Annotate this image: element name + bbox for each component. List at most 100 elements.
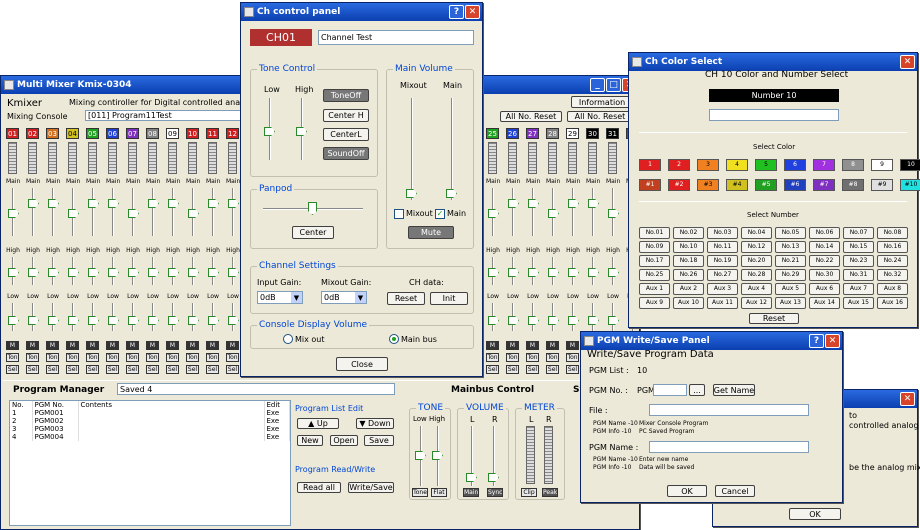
channel-high-slider[interactable]	[228, 268, 239, 277]
channel-tone-button[interactable]: Ton	[126, 353, 139, 362]
channel-tone-button[interactable]: Ton	[566, 353, 579, 362]
channel-select-button[interactable]: Sel	[526, 365, 539, 374]
channel-high-slider[interactable]	[508, 268, 519, 277]
channel-mute-button[interactable]: M	[86, 341, 99, 350]
close-button[interactable]: Close	[336, 357, 388, 371]
channel-low-slider[interactable]	[68, 316, 79, 325]
meter-peak-button[interactable]: Peak	[542, 488, 558, 497]
channel-fader-slider[interactable]	[588, 199, 599, 208]
number-select-button[interactable]: Aux 10	[673, 297, 704, 309]
pgm-ok-button[interactable]: OK	[667, 485, 707, 497]
close-icon[interactable]: ✕	[465, 5, 480, 19]
channel-number-badge[interactable]: 29	[566, 128, 579, 139]
number-select-button[interactable]: No.30	[809, 269, 840, 281]
channel-low-slider[interactable]	[548, 316, 559, 325]
read-all-button[interactable]: Read all	[297, 482, 341, 493]
channel-select-button[interactable]: Sel	[546, 365, 559, 374]
number-select-button[interactable]: Aux 3	[707, 283, 738, 295]
channel-high-slider[interactable]	[8, 268, 19, 277]
channel-low-slider[interactable]	[128, 316, 139, 325]
channel-low-slider[interactable]	[488, 316, 499, 325]
number-select-button[interactable]: No.09	[639, 241, 670, 253]
channel-high-slider[interactable]	[188, 268, 199, 277]
column-header[interactable]: Contents	[78, 401, 265, 409]
main-checkbox[interactable]: ✓	[435, 209, 445, 219]
number-select-button[interactable]: No.07	[843, 227, 874, 239]
number-select-button[interactable]: No.22	[809, 255, 840, 267]
channel-select-button[interactable]: Sel	[66, 365, 79, 374]
channel-fader-slider[interactable]	[568, 199, 579, 208]
channel-low-slider[interactable]	[228, 316, 239, 325]
channel-select-button[interactable]: Sel	[206, 365, 219, 374]
number-select-button[interactable]: No.24	[877, 255, 908, 267]
channel-number-badge[interactable]: 30	[586, 128, 599, 139]
channel-number-badge[interactable]: 31	[606, 128, 619, 139]
channel-number-badge[interactable]: 03	[46, 128, 59, 139]
channel-number-badge[interactable]: 02	[26, 128, 39, 139]
save-button[interactable]: Save	[364, 435, 394, 446]
channel-number-badge[interactable]: 25	[486, 128, 499, 139]
channel-high-slider[interactable]	[168, 268, 179, 277]
channel-fader-slider[interactable]	[188, 209, 199, 218]
mix-out-radio[interactable]	[283, 334, 293, 344]
mute-button[interactable]: Mute	[408, 226, 454, 239]
channel-fader-slider[interactable]	[508, 199, 519, 208]
number-select-button[interactable]: No.25	[639, 269, 670, 281]
channel-number-badge[interactable]: 09	[166, 128, 179, 139]
channel-tone-button[interactable]: Ton	[186, 353, 199, 362]
number-select-button[interactable]: No.05	[775, 227, 806, 239]
channel-tone-button[interactable]: Ton	[526, 353, 539, 362]
channel-select-button[interactable]: Sel	[46, 365, 59, 374]
channel-low-slider[interactable]	[148, 316, 159, 325]
color-reset-button[interactable]: Reset	[749, 313, 799, 324]
channel-select-button[interactable]: Sel	[186, 365, 199, 374]
channel-low-slider[interactable]	[588, 316, 599, 325]
number-select-button[interactable]: Aux 9	[639, 297, 670, 309]
help-icon[interactable]: ?	[449, 5, 464, 19]
table-row[interactable]: 3 PGM003 Exe	[10, 425, 290, 433]
browse-button[interactable]: ...	[689, 384, 705, 396]
center-button[interactable]: Center	[292, 226, 334, 239]
column-header[interactable]: Edit	[264, 401, 290, 409]
channel-mute-button[interactable]: M	[526, 341, 539, 350]
write-save-button[interactable]: Write/Save	[348, 482, 394, 493]
new-button[interactable]: New	[297, 435, 323, 446]
channel-tone-button[interactable]: Ton	[166, 353, 179, 362]
number-select-button[interactable]: Aux 16	[877, 297, 908, 309]
message-ok-button[interactable]: OK	[789, 508, 841, 520]
channel-fader-slider[interactable]	[168, 199, 179, 208]
up-button[interactable]: ▲ Up	[297, 418, 339, 429]
channel-mute-button[interactable]: M	[126, 341, 139, 350]
channel-number-badge[interactable]: 06	[106, 128, 119, 139]
channel-mute-button[interactable]: M	[26, 341, 39, 350]
channel-low-slider[interactable]	[188, 316, 199, 325]
channel-fader-slider[interactable]	[8, 209, 19, 218]
number-select-button[interactable]: Aux 8	[877, 283, 908, 295]
number-select-button[interactable]: Aux 11	[707, 297, 738, 309]
channel-tone-button[interactable]: Ton	[86, 353, 99, 362]
channel-high-slider[interactable]	[608, 268, 619, 277]
column-header[interactable]: No.	[10, 401, 33, 409]
number-select-button[interactable]: Aux 1	[639, 283, 670, 295]
channel-fader-slider[interactable]	[88, 199, 99, 208]
channel-mute-button[interactable]: M	[146, 341, 159, 350]
number-select-button[interactable]: No.17	[639, 255, 670, 267]
number-select-button[interactable]: No.01	[639, 227, 670, 239]
channel-select-button[interactable]: Sel	[146, 365, 159, 374]
number-select-button[interactable]: No.31	[843, 269, 874, 281]
channel-high-slider[interactable]	[548, 268, 559, 277]
channel-number-badge[interactable]: 01	[6, 128, 19, 139]
channel-mute-button[interactable]: M	[486, 341, 499, 350]
channel-mute-button[interactable]: M	[106, 341, 119, 350]
channel-tone-button[interactable]: Ton	[206, 353, 219, 362]
channel-low-slider[interactable]	[28, 316, 39, 325]
pgm-number-field[interactable]	[653, 384, 687, 396]
channel-low-slider[interactable]	[508, 316, 519, 325]
number-select-button[interactable]: No.29	[775, 269, 806, 281]
pgm-name-field[interactable]	[649, 441, 809, 453]
number-select-button[interactable]: Aux 15	[843, 297, 874, 309]
reset-button[interactable]: Reset	[387, 292, 425, 305]
tone-off-button[interactable]: ToneOff	[323, 89, 369, 102]
number-select-button[interactable]: Aux 4	[741, 283, 772, 295]
channel-high-slider[interactable]	[568, 268, 579, 277]
